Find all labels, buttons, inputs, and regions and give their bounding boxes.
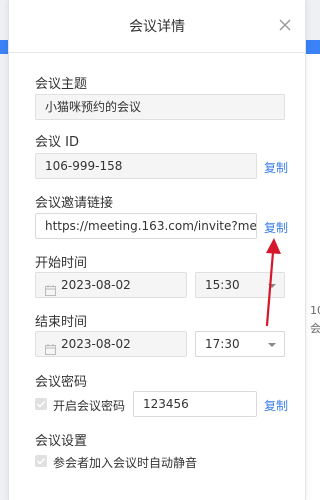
- invite-link-field[interactable]: https://meeting.163.com/invite?meetingId…: [35, 213, 257, 239]
- invite-link-label: 会议邀请链接: [35, 196, 114, 211]
- password-label: 会议密码: [35, 375, 88, 390]
- background-accent: [0, 40, 8, 54]
- topic-field[interactable]: 小猫咪预约的会议: [35, 94, 285, 120]
- meeting-id-field[interactable]: 106-999-158: [35, 153, 257, 179]
- check-icon: [36, 400, 46, 408]
- background-panel: [306, 40, 320, 500]
- settings-label: 会议设置: [35, 434, 88, 449]
- end-time-select[interactable]: 17:30: [195, 331, 285, 357]
- copy-meeting-id-button[interactable]: 复制: [264, 159, 288, 176]
- end-time-label: 结束时间: [35, 315, 88, 330]
- topic-label: 会议主题: [35, 77, 88, 92]
- dialog-title: 会议详情: [129, 19, 185, 35]
- end-date-value: 2023-08-02: [61, 337, 131, 351]
- start-time-label: 开始时间: [35, 256, 88, 271]
- calendar-icon: [45, 339, 56, 355]
- start-time-select[interactable]: 15:30: [195, 272, 285, 298]
- meeting-id-label: 会议 ID: [35, 135, 79, 150]
- dialog-header: 会议详情: [9, 0, 305, 53]
- calendar-icon: [45, 280, 56, 296]
- auto-mute-label: 参会者加入会议时自动静音: [53, 456, 198, 470]
- background-accent: [306, 40, 320, 54]
- meeting-details-dialog: 会议详情 会议主题 小猫咪预约的会议 会议 ID 106-999-158 复制 …: [8, 0, 306, 500]
- start-date-value: 2023-08-02: [61, 278, 131, 292]
- end-date-picker[interactable]: 2023-08-02: [35, 331, 187, 357]
- password-field[interactable]: 123456: [133, 391, 257, 417]
- copy-password-button[interactable]: 复制: [264, 397, 288, 414]
- password-checkbox-label: 开启会议密码: [53, 399, 126, 413]
- start-date-picker[interactable]: 2023-08-02: [35, 272, 187, 298]
- copy-invite-link-button[interactable]: 复制: [264, 219, 288, 236]
- background-text: 会: [310, 322, 320, 335]
- chevron-down-icon: [268, 284, 276, 288]
- end-time-value: 17:30: [205, 337, 240, 351]
- chevron-down-icon: [268, 343, 276, 347]
- check-icon: [36, 457, 46, 465]
- background-text: 10: [310, 304, 320, 317]
- auto-mute-checkbox[interactable]: [35, 455, 47, 467]
- password-checkbox[interactable]: [35, 398, 47, 410]
- close-icon[interactable]: [275, 15, 295, 35]
- start-time-value: 15:30: [205, 278, 240, 292]
